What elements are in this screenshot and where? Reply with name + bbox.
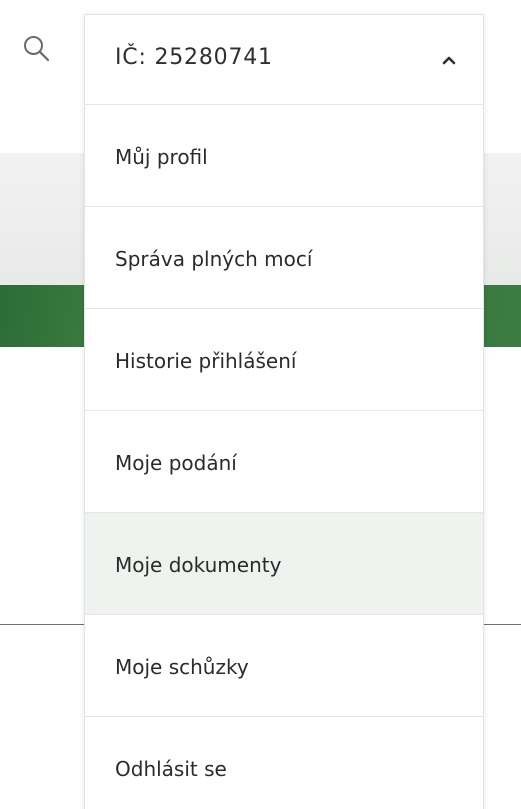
menu-item-label: Historie přihlášení [115,349,297,373]
account-dropdown: IČ: 25280741 Můj profil Správa plných mo… [84,14,484,809]
menu-item-my-submissions[interactable]: Moje podání [85,411,483,513]
menu-item-label: Moje schůzky [115,655,249,679]
menu-item-my-profile[interactable]: Můj profil [85,105,483,207]
menu-item-label: Správa plných mocí [115,247,313,271]
account-id-label: IČ: 25280741 [115,45,273,70]
menu-item-power-of-attorney[interactable]: Správa plných mocí [85,207,483,309]
menu-item-logout[interactable]: Odhlásit se [85,717,483,809]
search-icon[interactable] [22,34,50,62]
account-dropdown-toggle[interactable]: IČ: 25280741 [85,15,483,105]
menu-item-label: Moje dokumenty [115,553,282,577]
menu-item-label: Můj profil [115,145,208,169]
page: IČ: 25280741 Můj profil Správa plných mo… [0,0,521,809]
menu-item-label: Odhlásit se [115,757,227,781]
menu-item-my-meetings[interactable]: Moje schůzky [85,615,483,717]
menu-item-login-history[interactable]: Historie přihlášení [85,309,483,411]
chevron-up-icon [441,51,457,65]
menu-item-my-documents[interactable]: Moje dokumenty [85,513,483,615]
menu-item-label: Moje podání [115,451,237,475]
